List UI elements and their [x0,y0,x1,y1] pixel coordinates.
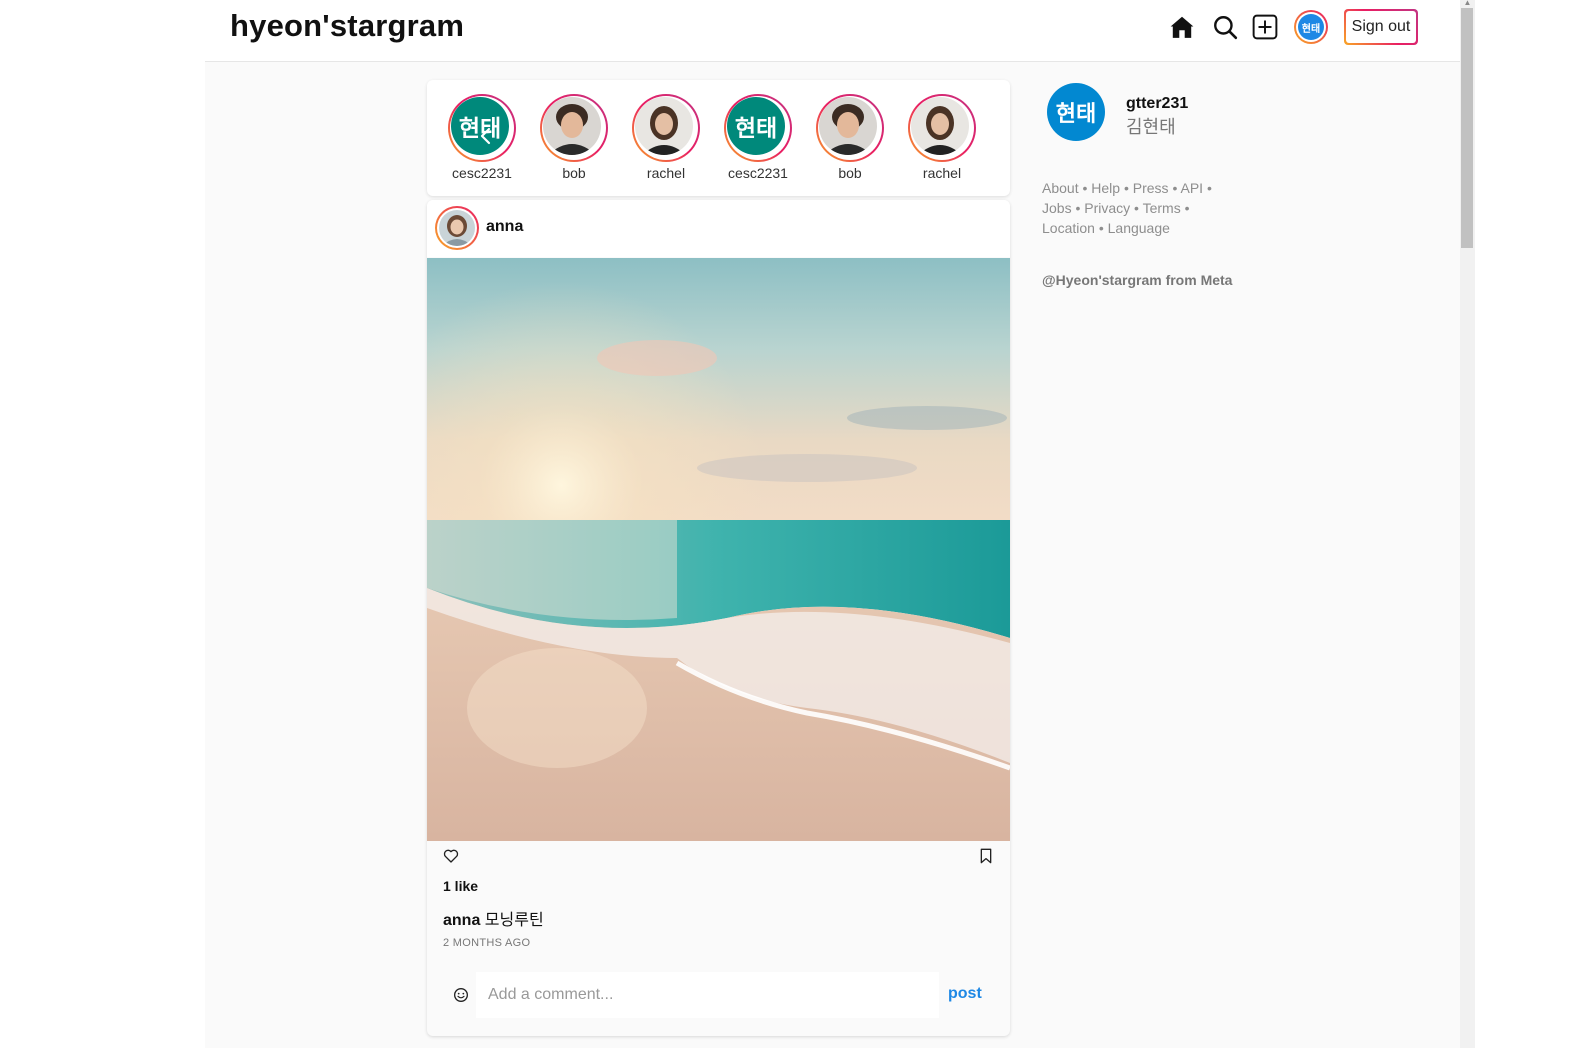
story-item[interactable]: bob [815,94,885,181]
footer-link-api[interactable]: API [1180,180,1203,196]
footer-link-jobs[interactable]: Jobs [1042,200,1072,216]
post-author-avatar[interactable] [435,206,479,250]
male-portrait-image [543,97,601,155]
footer-link-help[interactable]: Help [1091,180,1120,196]
footer-links: About • Help • Press • API • Jobs • Priv… [1042,180,1212,236]
post-timestamp: 2 MONTHS AGO [443,937,531,949]
footer-link-terms[interactable]: Terms [1143,200,1181,216]
bookmark-icon[interactable] [978,848,994,864]
sidebar-full-name: 김현태 [1126,117,1176,137]
comment-input[interactable] [476,972,939,1018]
footer-link-about[interactable]: About [1042,180,1079,196]
footer-link-press[interactable]: Press [1133,180,1169,196]
add-post-icon[interactable] [1252,14,1278,40]
stories-bar: 현태 cesc2231 bob rachel 현태 cesc2231 bob r… [427,80,1010,196]
footer-link-language[interactable]: Language [1108,220,1170,236]
story-username: bob [838,165,862,181]
story-ring [816,94,884,162]
author-portrait-image [439,210,475,246]
post-comment-button[interactable]: post [948,985,982,1003]
story-avatar [635,97,693,155]
post-author-username[interactable]: anna [486,218,523,236]
story-avatar [543,97,601,155]
app-logo[interactable]: hyeon'stargram [230,8,464,44]
story-ring [540,94,608,162]
story-avatar [819,97,877,155]
post-beach-photo [427,258,1010,841]
copyright-text: @Hyeon'stargram from Meta [1042,272,1233,288]
like-count: 1 like [443,878,479,894]
sign-out-label: Sign out [1346,11,1416,43]
comment-form: post [443,972,994,1018]
story-avatar [911,97,969,155]
sidebar-avatar[interactable]: 현태 [1047,83,1105,141]
sign-out-button[interactable]: Sign out [1344,9,1418,45]
story-username: bob [562,165,586,181]
female-portrait-image [635,97,693,155]
scroll-up-arrow-icon[interactable]: ▲ [1463,0,1472,7]
story-username: cesc2231 [452,165,512,181]
profile-avatar-text: 현태 [1298,14,1324,40]
story-item[interactable]: rachel [907,94,977,181]
footer-link-privacy[interactable]: Privacy [1084,200,1130,216]
story-ring [908,94,976,162]
story-username: rachel [922,165,962,181]
emoji-smile-icon[interactable] [453,987,469,1003]
story-ring [632,94,700,162]
post-caption: anna 모닝루틴 [443,906,544,930]
sidebar-username[interactable]: gtter231 [1126,95,1188,113]
male-portrait-image [819,97,877,155]
story-ring: 현태 [724,94,792,162]
caption-text: 모닝루틴 [484,912,544,929]
feed-post: anna 1 like anna 모닝루틴 2 MONTHS AGO Add a… [427,200,1010,1036]
story-item[interactable]: rachel [631,94,701,181]
search-icon[interactable] [1212,14,1238,40]
chevron-left-icon[interactable] [474,124,498,148]
profile-avatar[interactable]: 현태 [1294,10,1328,44]
story-item[interactable]: bob [539,94,609,181]
story-username: rachel [646,165,686,181]
top-navbar: hyeon'stargram 현태 Sign out [205,0,1460,62]
footer-link-location[interactable]: Location [1042,220,1095,236]
like-heart-icon[interactable] [443,848,459,864]
caption-username[interactable]: anna [443,912,480,929]
post-header: anna [427,200,1010,257]
female-portrait-image [911,97,969,155]
story-item[interactable]: 현태 cesc2231 [723,94,793,181]
story-avatar: 현태 [727,97,785,155]
story-username: cesc2231 [728,165,788,181]
home-icon[interactable] [1169,14,1195,40]
scrollbar-thumb[interactable] [1461,8,1473,248]
